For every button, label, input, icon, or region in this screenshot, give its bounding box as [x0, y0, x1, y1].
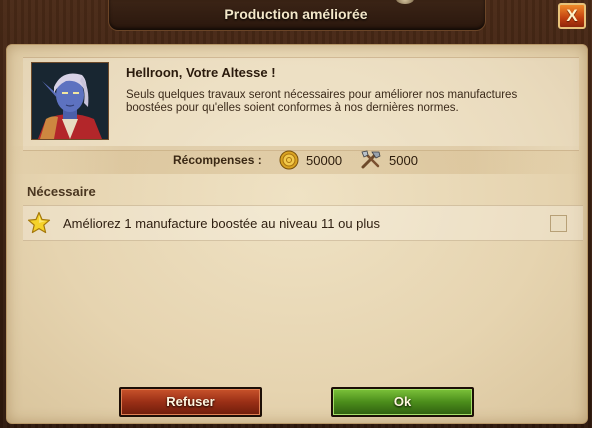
coin-reward-value: 50000 [306, 153, 343, 168]
task-row: Améliorez 1 manufacture boostée au nivea… [23, 205, 583, 241]
coin-icon [279, 150, 299, 170]
task-checkbox [550, 215, 567, 232]
ok-button[interactable]: Ok [331, 387, 474, 417]
intro-section: Hellroon, Votre Altesse ! Seuls quelques… [23, 57, 579, 151]
title-gem-ornament [396, 0, 414, 4]
star-icon [27, 211, 51, 235]
speaker-name: Hellroon, Votre Altesse ! [126, 65, 276, 80]
rewards-bar: Récompenses : 50000 5000 [7, 146, 587, 174]
supplies-reward-value: 5000 [389, 153, 418, 168]
parchment-panel: Hellroon, Votre Altesse ! Seuls quelques… [6, 44, 588, 424]
tools-icon [360, 150, 382, 170]
requirements-title: Nécessaire [27, 184, 96, 199]
quest-message: Seuls quelques travaux seront nécessaire… [126, 89, 518, 114]
task-description: Améliorez 1 manufacture boostée au nivea… [63, 216, 381, 231]
dialog-title: Production améliorée [224, 6, 368, 22]
advisor-portrait [31, 62, 109, 140]
refuse-button[interactable]: Refuser [119, 387, 262, 417]
rewards-label: Récompenses : [173, 153, 262, 167]
close-button[interactable]: X [558, 3, 586, 29]
